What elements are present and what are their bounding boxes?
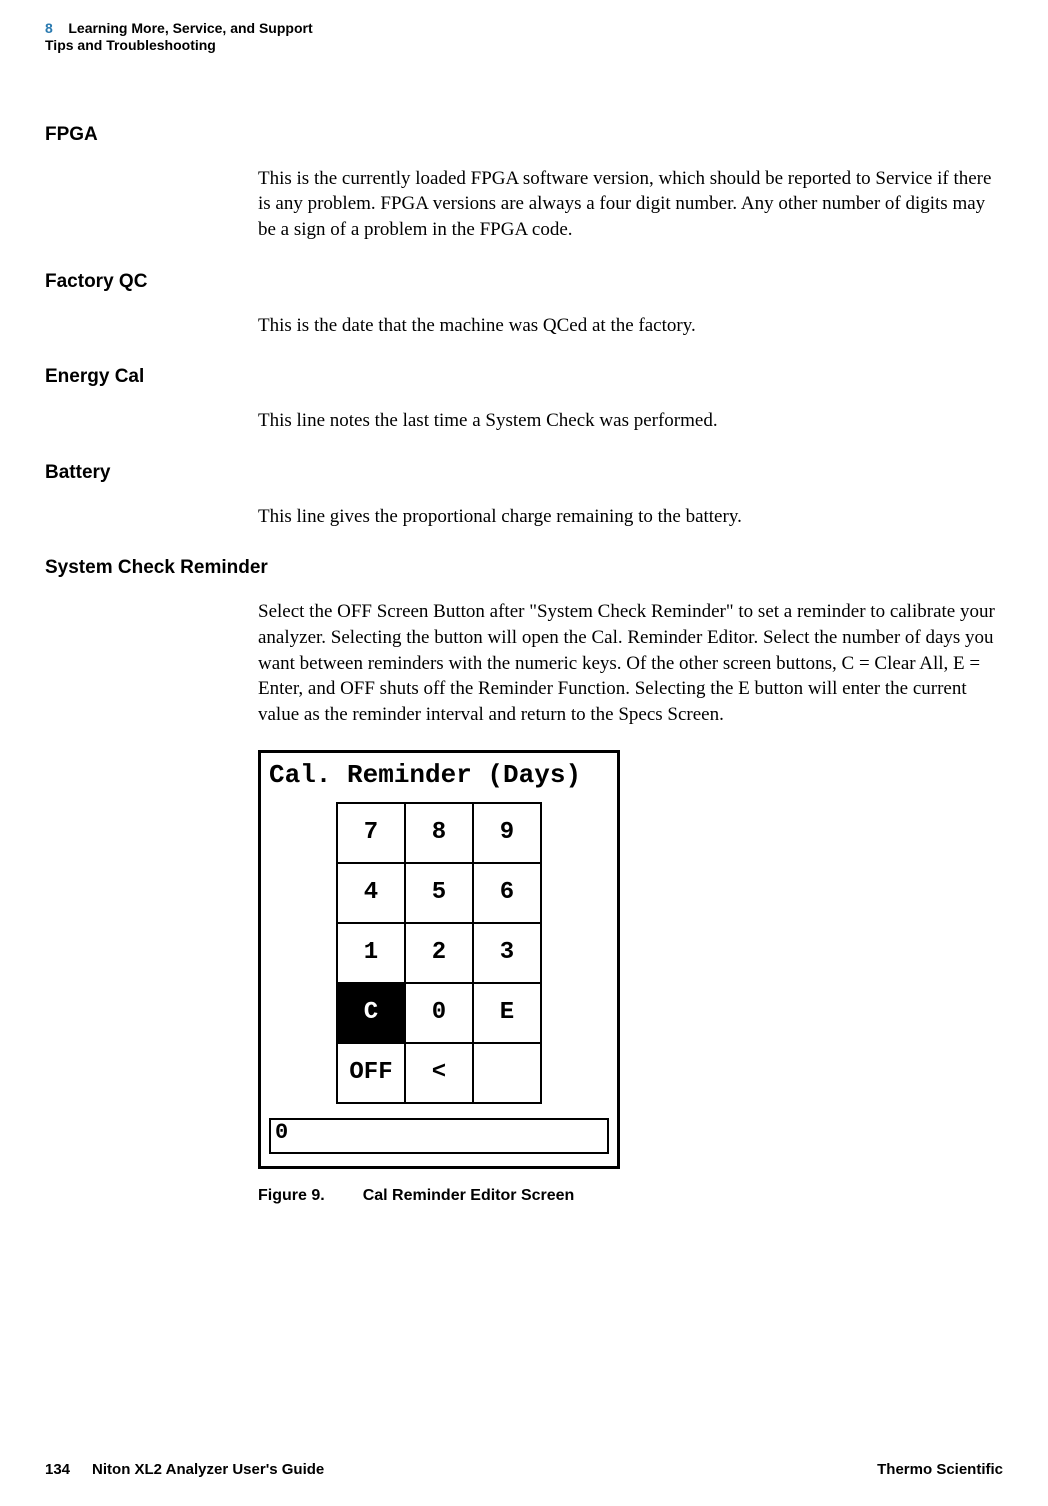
figure-caption-text: Cal Reminder Editor Screen bbox=[363, 1187, 575, 1204]
brand-name: Thermo Scientific bbox=[877, 1461, 1003, 1478]
page-header: 8 Learning More, Service, and Support Ti… bbox=[45, 20, 1003, 54]
keypad-off[interactable]: OFF bbox=[337, 1043, 405, 1103]
keypad: 7 8 9 4 5 6 1 2 3 C 0 E bbox=[336, 802, 542, 1104]
heading-system-check-reminder: System Check Reminder bbox=[45, 557, 1003, 579]
heading-factory-qc: Factory QC bbox=[45, 271, 1003, 293]
cal-reminder-screen: Cal. Reminder (Days) 7 8 9 4 5 6 1 2 3 bbox=[258, 750, 620, 1169]
keypad-1[interactable]: 1 bbox=[337, 923, 405, 983]
page-number: 134 bbox=[45, 1461, 70, 1478]
keypad-5[interactable]: 5 bbox=[405, 863, 473, 923]
body-energy-cal: This line notes the last time a System C… bbox=[258, 408, 1003, 434]
guide-title: Niton XL2 Analyzer User's Guide bbox=[92, 1461, 324, 1478]
keypad-9[interactable]: 9 bbox=[473, 803, 541, 863]
keypad-clear[interactable]: C bbox=[337, 983, 405, 1043]
figure-caption: Figure 9. Cal Reminder Editor Screen bbox=[258, 1187, 1003, 1205]
figure-caption-label: Figure 9. bbox=[258, 1187, 325, 1205]
keypad-7[interactable]: 7 bbox=[337, 803, 405, 863]
cal-reminder-title: Cal. Reminder (Days) bbox=[261, 753, 617, 792]
keypad-blank bbox=[473, 1043, 541, 1103]
keypad-3[interactable]: 3 bbox=[473, 923, 541, 983]
body-battery: This line gives the proportional charge … bbox=[258, 504, 1003, 530]
keypad-enter[interactable]: E bbox=[473, 983, 541, 1043]
figure-cal-reminder: Cal. Reminder (Days) 7 8 9 4 5 6 1 2 3 bbox=[258, 750, 1003, 1169]
keypad-0[interactable]: 0 bbox=[405, 983, 473, 1043]
body-system-check-reminder: Select the OFF Screen Button after "Syst… bbox=[258, 599, 1003, 727]
page-footer: 134 Niton XL2 Analyzer User's Guide Therm… bbox=[45, 1461, 1003, 1478]
cal-reminder-value[interactable]: 0 bbox=[269, 1118, 609, 1154]
keypad-back[interactable]: < bbox=[405, 1043, 473, 1103]
chapter-title: Learning More, Service, and Support bbox=[68, 20, 312, 36]
body-factory-qc: This is the date that the machine was QC… bbox=[258, 313, 1003, 339]
chapter-number: 8 bbox=[45, 20, 53, 36]
body-fpga: This is the currently loaded FPGA softwa… bbox=[258, 166, 1003, 243]
heading-energy-cal: Energy Cal bbox=[45, 366, 1003, 388]
keypad-6[interactable]: 6 bbox=[473, 863, 541, 923]
heading-battery: Battery bbox=[45, 462, 1003, 484]
keypad-8[interactable]: 8 bbox=[405, 803, 473, 863]
heading-fpga: FPGA bbox=[45, 124, 1003, 146]
keypad-4[interactable]: 4 bbox=[337, 863, 405, 923]
header-subtitle: Tips and Troubleshooting bbox=[45, 37, 1003, 54]
keypad-2[interactable]: 2 bbox=[405, 923, 473, 983]
